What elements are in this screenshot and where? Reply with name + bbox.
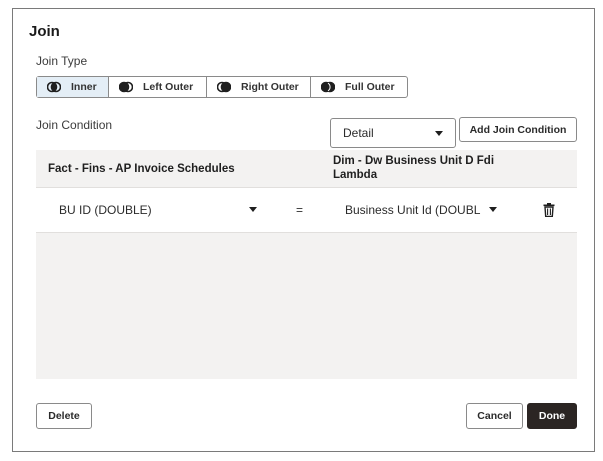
full-outer-join-icon: [321, 81, 335, 93]
right-outer-join-icon: [217, 81, 231, 93]
add-join-condition-label: Add Join Condition: [469, 123, 567, 136]
join-type-right-outer-button[interactable]: Right Outer: [207, 77, 311, 97]
join-type-full-outer-label: Full Outer: [345, 81, 395, 93]
cancel-button[interactable]: Cancel: [466, 403, 523, 429]
join-type-selector: Inner Left Outer Right Outer Full Outer: [36, 76, 408, 98]
left-field-select[interactable]: [36, 188, 266, 232]
delete-button-label: Delete: [48, 410, 80, 422]
join-operator: =: [296, 203, 304, 217]
join-type-label: Join Type: [36, 54, 88, 68]
done-button-label: Done: [538, 410, 566, 422]
cancel-button-label: Cancel: [477, 410, 512, 422]
left-outer-join-icon: [119, 81, 133, 93]
join-dialog: Join Join Type Inner Left Outer Right Ou…: [12, 8, 595, 452]
join-type-left-outer-button[interactable]: Left Outer: [109, 77, 207, 97]
join-conditions-grid: Fact - Fins - AP Invoice Schedules Dim -…: [36, 150, 577, 379]
join-type-inner-label: Inner: [71, 81, 97, 93]
chevron-down-icon: [435, 130, 443, 136]
trash-icon: [543, 203, 555, 218]
join-condition-label: Join Condition: [36, 118, 113, 132]
chevron-down-icon: [249, 207, 257, 212]
condition-row: BU ID (DOUBLE) = Business Unit Id (DOUBL: [36, 188, 577, 233]
right-table-header: Dim - Dw Business Unit D Fdi Lambda: [333, 155, 495, 181]
chevron-down-icon: [489, 207, 497, 212]
join-type-inner-button[interactable]: Inner: [37, 77, 109, 97]
inner-join-icon: [47, 81, 61, 93]
right-field-select[interactable]: [336, 188, 506, 232]
add-join-condition-button[interactable]: Add Join Condition: [459, 117, 577, 142]
delete-button[interactable]: Delete: [36, 403, 92, 429]
grid-header: Fact - Fins - AP Invoice Schedules Dim -…: [36, 150, 577, 188]
join-type-full-outer-button[interactable]: Full Outer: [311, 77, 407, 97]
join-type-left-outer-label: Left Outer: [143, 81, 194, 93]
join-type-right-outer-label: Right Outer: [241, 81, 299, 93]
delete-condition-button[interactable]: [543, 203, 555, 218]
done-button[interactable]: Done: [527, 403, 577, 429]
detail-select-value: Detail: [343, 126, 374, 140]
detail-select[interactable]: Detail: [330, 118, 456, 148]
dialog-title: Join: [29, 23, 60, 40]
left-table-header: Fact - Fins - AP Invoice Schedules: [48, 163, 235, 175]
